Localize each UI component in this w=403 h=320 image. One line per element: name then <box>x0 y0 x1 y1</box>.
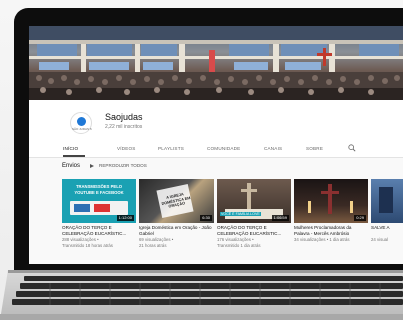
video-duration-1: 1:12:00 <box>116 215 134 221</box>
video-title-3[interactable]: ORAÇÃO DO TERÇO E CELEBRAÇÃO EUCARÍSTIC.… <box>217 225 291 237</box>
play-all-button[interactable]: REPRODUZIR TODOS <box>90 163 147 168</box>
tab-comunidade[interactable]: COMUNIDADE <box>207 146 240 151</box>
video-duration-3: 1:06:59 <box>271 215 289 221</box>
video-views-5: 24 visual <box>371 237 388 242</box>
video-duration-4: 0:29 <box>354 215 366 221</box>
channel-banner <box>29 26 403 100</box>
play-icon <box>90 164 94 168</box>
video-thumbnail-2[interactable]: A IGREJA DOMÉSTICA EM ORAÇÃO 6:30 <box>139 179 214 223</box>
video-thumbnail-5[interactable] <box>371 179 403 223</box>
channel-tabs: INÍCIO VÍDEOS PLAYLISTS COMUNIDADE CANAI… <box>29 141 403 158</box>
video-views-4: 34 visualizações • 1 dia atrás <box>294 237 350 242</box>
video-time-2: 21 horas atrás <box>139 243 167 248</box>
thumbnail-caption-1: TRANSMISSÕES PELO YOUTUBE E FACEBOOK <box>74 184 124 195</box>
video-thumbnail-3[interactable]: VOCÊ É FAMÍLIA LOVE 1:06:59 <box>217 179 291 223</box>
video-title-2[interactable]: Igreja Doméstica em Oração - João Gabrie… <box>139 225 213 237</box>
thumbnail-caption-3: VOCÊ É FAMÍLIA LOVE <box>220 212 261 216</box>
avatar-text: SÃO JUDAS TADEU <box>72 127 92 131</box>
play-all-label: REPRODUZIR TODOS <box>99 163 147 168</box>
video-title-4[interactable]: Mulheres Proclamadoras da Palavra - Merc… <box>294 225 368 237</box>
youtube-channel-page: SÃO JUDAS TADEU Saojudas 2,22 mil inscri… <box>29 26 403 264</box>
active-tab-indicator <box>63 155 85 157</box>
search-icon[interactable] <box>348 144 356 152</box>
video-thumbnail-4[interactable]: 0:29 <box>294 179 368 223</box>
channel-logo-icon <box>77 117 86 126</box>
video-time-1: Transmitido 18 horas atrás <box>62 243 113 248</box>
tab-playlists[interactable]: PLAYLISTS <box>158 146 184 151</box>
subscriber-count: 2,22 mil inscritos <box>105 124 143 130</box>
tab-inicio[interactable]: INÍCIO <box>63 146 78 151</box>
laptop-keyboard-base <box>0 270 403 320</box>
channel-avatar[interactable]: SÃO JUDAS TADEU <box>70 112 92 134</box>
tab-sobre[interactable]: SOBRE <box>306 146 323 151</box>
video-title-1[interactable]: ORAÇÃO DO TERÇO E CELEBRAÇÃO EUCARÍSTIC.… <box>62 225 136 237</box>
video-duration-2: 6:30 <box>200 215 212 221</box>
tab-videos[interactable]: VÍDEOS <box>117 146 136 151</box>
section-title-uploads: Envios <box>62 163 81 169</box>
video-time-3: Transmitido 1 dia atrás <box>217 243 261 248</box>
video-title-5[interactable]: SALVE A <box>371 225 403 231</box>
channel-name[interactable]: Saojudas <box>105 112 143 122</box>
tab-canais[interactable]: CANAIS <box>264 146 282 151</box>
video-thumbnail-1[interactable]: TRANSMISSÕES PELO YOUTUBE E FACEBOOK 1:1… <box>62 179 136 223</box>
